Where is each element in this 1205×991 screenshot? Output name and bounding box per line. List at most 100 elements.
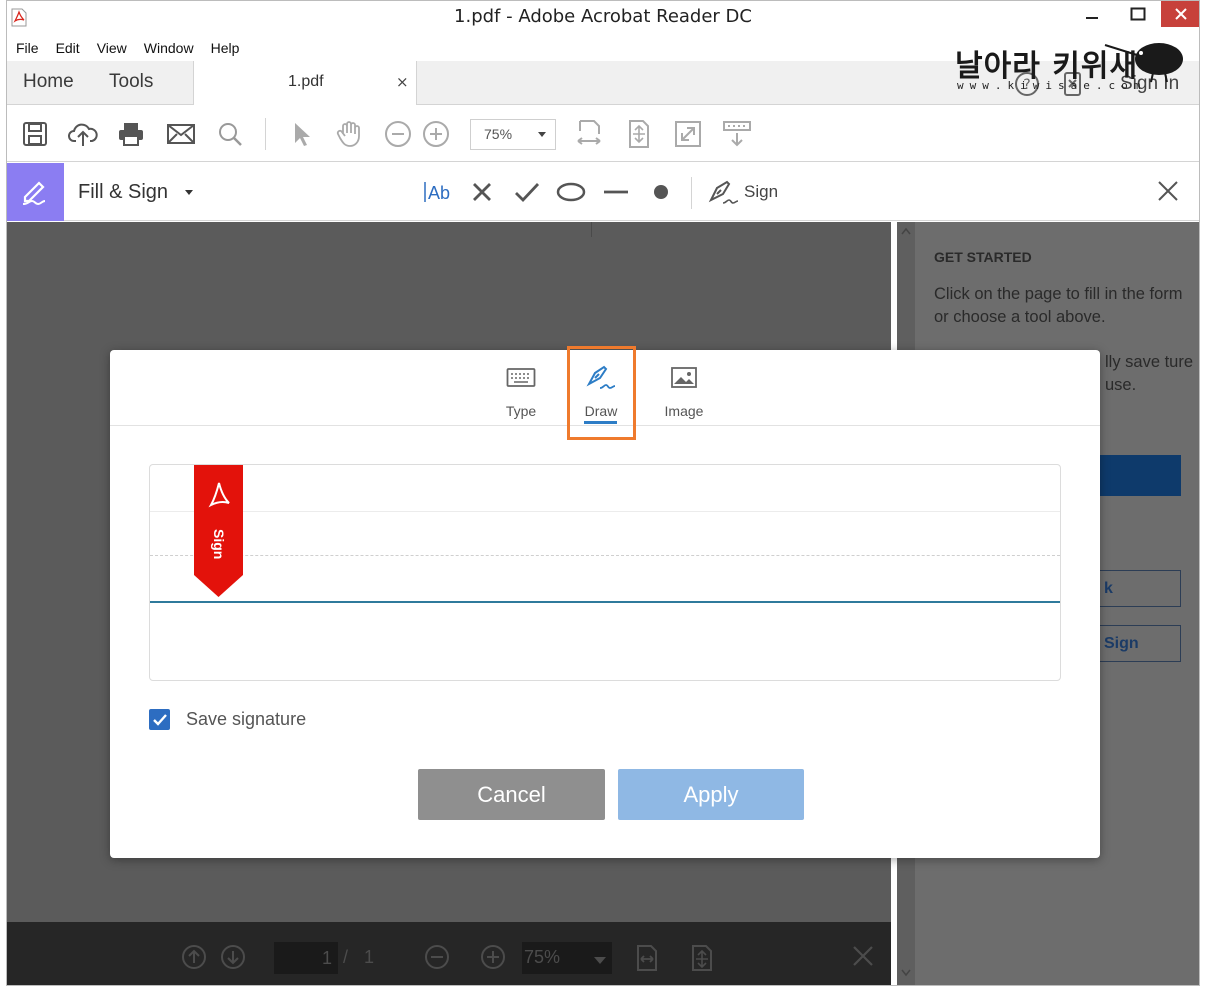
page-total: 1 xyxy=(364,947,375,967)
minimize-button[interactable] xyxy=(1069,1,1115,27)
fit-page-icon xyxy=(629,120,649,148)
guide-line xyxy=(150,511,1060,512)
zoom-in-icon[interactable] xyxy=(480,944,506,970)
cancel-button[interactable]: Cancel xyxy=(418,769,605,820)
signature-draw-area[interactable]: Sign xyxy=(149,464,1061,681)
menu-bar: File Edit View Window Help xyxy=(7,35,1199,61)
chevron-down-icon xyxy=(594,957,606,964)
scroll-up-icon[interactable] xyxy=(901,227,911,235)
next-page-icon[interactable] xyxy=(220,944,246,970)
menu-edit[interactable]: Edit xyxy=(56,40,80,56)
scroll-mode-button[interactable] xyxy=(721,118,753,150)
tab-home[interactable]: Home xyxy=(23,71,74,93)
tab-type[interactable]: Type xyxy=(486,364,556,419)
sign-label[interactable]: Sign xyxy=(744,182,778,202)
save-signature-label[interactable]: Save signature xyxy=(186,709,306,730)
zoom-value: 75% xyxy=(484,126,513,142)
page-number-input[interactable]: 1 xyxy=(274,942,338,974)
close-window-button[interactable] xyxy=(1161,1,1199,27)
hand-tool-button[interactable] xyxy=(333,118,365,150)
apply-button[interactable]: Apply xyxy=(618,769,804,820)
mobile-link-icon[interactable] xyxy=(1062,71,1084,97)
zoom-out-icon xyxy=(385,121,411,147)
fit-page-icon[interactable] xyxy=(690,944,714,972)
check-mark-button[interactable] xyxy=(513,177,541,207)
signature-tabs: Type Draw Image xyxy=(110,346,1100,440)
dot-button[interactable] xyxy=(651,177,671,207)
right-panel-sign-button[interactable]: Sign xyxy=(1099,625,1181,662)
zoom-in-button[interactable] xyxy=(420,118,452,150)
close-icon[interactable] xyxy=(852,945,874,967)
tab-bar: Home Tools 1.pdf × ? Sign In xyxy=(7,61,1199,105)
save-icon xyxy=(23,122,47,146)
email-button[interactable] xyxy=(165,118,197,150)
help-icon[interactable]: ? xyxy=(1014,71,1040,97)
close-icon[interactable] xyxy=(1157,180,1179,202)
maximize-button[interactable] xyxy=(1115,1,1161,27)
scroll-mode-icon xyxy=(723,121,751,147)
right-panel-primary-button[interactable] xyxy=(1099,455,1181,496)
upload-button[interactable] xyxy=(67,118,99,150)
dot-icon xyxy=(654,185,668,199)
chevron-down-icon[interactable] xyxy=(185,190,193,195)
bottom-zoom-select[interactable]: 75% xyxy=(522,942,612,974)
fit-width-icon[interactable] xyxy=(635,944,659,972)
main-toolbar: 75% xyxy=(7,106,1199,162)
line-icon xyxy=(604,190,628,194)
fill-sign-badge xyxy=(7,163,64,221)
select-arrow-icon xyxy=(295,123,310,146)
print-icon xyxy=(119,123,143,146)
print-button[interactable] xyxy=(115,118,147,150)
tab-close-button[interactable]: × xyxy=(396,73,409,91)
image-icon xyxy=(671,367,697,388)
tab-document-label: 1.pdf xyxy=(288,73,324,90)
pen-icon xyxy=(708,180,739,204)
page-separator: / xyxy=(343,947,349,967)
keyboard-icon-wrap xyxy=(486,364,556,392)
search-icon xyxy=(219,123,242,146)
signature-baseline xyxy=(150,601,1060,603)
cross-mark-button[interactable] xyxy=(469,177,495,207)
cross-mark-icon xyxy=(473,183,491,201)
menu-file[interactable]: File xyxy=(16,40,39,56)
zoom-select[interactable]: 75% xyxy=(470,119,556,150)
signature-dialog: Type Draw Image Sign Save signature Canc… xyxy=(110,346,1100,858)
add-text-icon: Ab xyxy=(424,182,450,203)
fill-sign-icon xyxy=(22,181,45,206)
window-title: 1.pdf - Adobe Acrobat Reader DC xyxy=(454,6,752,27)
zoom-out-button[interactable] xyxy=(382,118,414,150)
ellipse-button[interactable] xyxy=(555,177,587,207)
fill-sign-title[interactable]: Fill & Sign xyxy=(78,181,168,204)
line-button[interactable] xyxy=(601,177,631,207)
full-screen-button[interactable] xyxy=(672,118,704,150)
sign-tool-button[interactable] xyxy=(707,177,739,207)
dashed-guide-line xyxy=(150,555,1060,556)
bottom-zoom-value: 75% xyxy=(524,947,561,967)
chevron-down-icon xyxy=(538,132,546,137)
sign-flag-label: Sign xyxy=(211,529,227,559)
add-text-button[interactable]: Ab xyxy=(421,177,455,207)
right-panel-heading: GET STARTED xyxy=(934,249,1032,265)
tab-document[interactable]: 1.pdf × xyxy=(193,61,417,105)
save-signature-checkbox[interactable] xyxy=(149,709,170,730)
fit-width-button[interactable] xyxy=(573,118,605,150)
tab-tools[interactable]: Tools xyxy=(109,71,153,93)
menu-help[interactable]: Help xyxy=(211,40,240,56)
select-tool-button[interactable] xyxy=(285,118,317,150)
tab-image[interactable]: Image xyxy=(649,364,719,419)
right-panel-button[interactable]: k xyxy=(1099,570,1181,607)
scroll-down-icon[interactable] xyxy=(901,969,911,977)
menu-view[interactable]: View xyxy=(97,40,127,56)
find-button[interactable] xyxy=(214,118,246,150)
previous-page-icon[interactable] xyxy=(181,944,207,970)
save-button[interactable] xyxy=(19,118,51,150)
zoom-out-icon[interactable] xyxy=(424,944,450,970)
toolbar-separator xyxy=(691,177,692,209)
mail-icon xyxy=(167,124,195,144)
zoom-in-icon xyxy=(423,121,449,147)
close-icon xyxy=(1175,8,1187,20)
fit-page-button[interactable] xyxy=(623,118,655,150)
hand-icon xyxy=(336,121,360,147)
sign-in-link[interactable]: Sign In xyxy=(1120,73,1179,95)
menu-window[interactable]: Window xyxy=(144,40,194,56)
